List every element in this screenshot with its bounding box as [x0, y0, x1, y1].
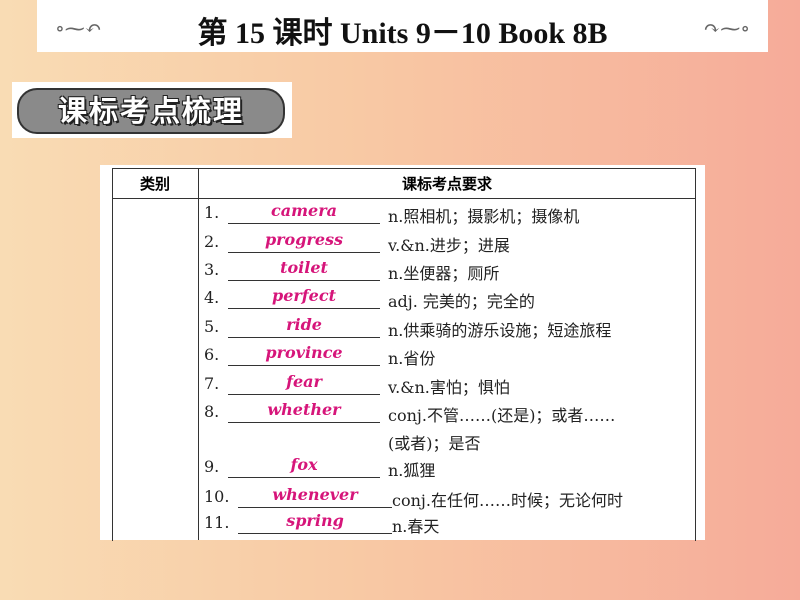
- answer-blank: spring: [238, 511, 392, 534]
- table-row: 4. perfect adj. 完美的；完全的: [100, 286, 705, 314]
- item-number: 7.: [204, 374, 220, 393]
- title-bar: ∘⁓↶ 第 15 课时 Units 9－10 Book 8B ↷⁓∘: [37, 0, 768, 52]
- answer-blank: ride: [228, 315, 380, 338]
- table-row: 2. progress v.&n.进步；进展: [100, 230, 705, 258]
- table-row: 10. whenever conj.在任何……时候；无论何时: [100, 485, 705, 513]
- item-number: 5.: [204, 317, 220, 336]
- answer-blank: province: [228, 343, 380, 366]
- item-number: 9.: [204, 457, 220, 476]
- answer-blank: perfect: [228, 286, 380, 309]
- table-row: 3. toilet n.坐便器；厕所: [100, 258, 705, 286]
- answer-blank: fox: [228, 455, 380, 478]
- section-badge-wrap: 课标考点梳理: [12, 82, 292, 138]
- item-number: 8.: [204, 402, 220, 421]
- definition: n.坐便器；厕所: [388, 264, 500, 283]
- table-row: 8. whether conj.不管……(还是)；或者…… (或者)；是否: [100, 400, 705, 453]
- definition: n.狐狸: [388, 461, 436, 480]
- answer-blank: progress: [228, 230, 380, 253]
- section-badge: 课标考点梳理: [17, 88, 285, 134]
- item-number: 11.: [204, 513, 230, 532]
- header-divider: [112, 198, 696, 199]
- answer-blank: fear: [228, 372, 380, 395]
- item-number: 10.: [204, 487, 230, 506]
- table-row: 1. camera n.照相机；摄影机；摄像机: [100, 201, 705, 229]
- definition-continued: (或者)；是否: [388, 434, 481, 453]
- table-row: 11. spring n.春天: [100, 511, 705, 539]
- definition: n.照相机；摄影机；摄像机: [388, 207, 580, 226]
- ornament-right-icon: ↷⁓∘: [703, 16, 750, 40]
- item-number: 2.: [204, 232, 220, 251]
- column-header-category: 类别: [139, 175, 170, 193]
- item-number: 3.: [204, 260, 220, 279]
- column-header-requirements: 课标考点要求: [401, 175, 492, 193]
- answer-blank: toilet: [228, 258, 380, 281]
- page-title: 第 15 课时 Units 9－10 Book 8B: [197, 17, 608, 50]
- definition: n.供乘骑的游乐设施；短途旅程: [388, 321, 612, 340]
- answer-blank: camera: [228, 201, 380, 224]
- vocab-table: 类别 课标考点要求 1. camera n.照相机；摄影机；摄像机 2. prog…: [100, 165, 705, 541]
- table-row: 9. fox n.狐狸: [100, 455, 705, 483]
- definition: n.春天: [392, 517, 440, 536]
- answer-blank: whenever: [238, 485, 392, 508]
- definition: conj.不管……(还是)；或者……: [388, 406, 616, 425]
- definition: conj.在任何……时候；无论何时: [392, 491, 623, 510]
- item-number: 6.: [204, 345, 220, 364]
- table-row: 5. ride n.供乘骑的游乐设施；短途旅程: [100, 315, 705, 343]
- answer-blank: whether: [228, 400, 380, 423]
- definition: n.省份: [388, 349, 436, 368]
- definition: adj. 完美的；完全的: [388, 292, 535, 311]
- definition: v.&n.进步；进展: [388, 236, 510, 255]
- table-row: 7. fear v.&n.害怕；惧怕: [100, 372, 705, 400]
- item-number: 4.: [204, 288, 220, 307]
- item-number: 1.: [204, 203, 220, 222]
- table-row: 6. province n.省份: [100, 343, 705, 371]
- definition: v.&n.害怕；惧怕: [388, 378, 510, 397]
